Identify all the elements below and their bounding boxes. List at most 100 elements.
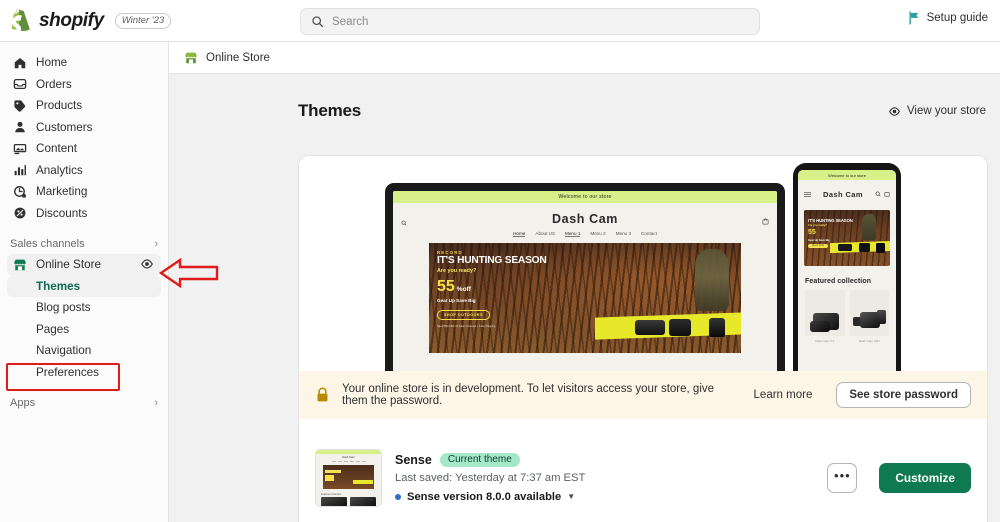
sidebar-item-label: Products xyxy=(36,99,83,113)
thumb-grid xyxy=(316,496,381,506)
store-menu-item: Menu 1 xyxy=(565,231,581,237)
status-dot xyxy=(395,493,401,500)
chevron-down-icon: ▼ xyxy=(567,492,576,501)
discount-icon xyxy=(12,206,27,221)
image-icon xyxy=(12,141,27,156)
store-menu-item: Home xyxy=(513,231,526,237)
page-header: Themes View your store xyxy=(169,88,1000,134)
hero-fine-print: Save 55% OFF All Dash Cameras + Free Shi… xyxy=(437,324,496,328)
mobile-search-icon xyxy=(875,191,881,197)
sidebar-item-label: Content xyxy=(36,142,77,156)
preview-store-eye-icon[interactable] xyxy=(140,257,154,274)
mobile-product-1 xyxy=(838,244,852,251)
desktop-preview[interactable]: Welcome to our store Dash Cam Home About… xyxy=(385,183,785,371)
thumb-nav xyxy=(316,459,381,464)
sidebar-subitem-preferences[interactable]: Preferences xyxy=(7,362,161,384)
sidebar-subitem-label: Themes xyxy=(36,279,81,293)
season-badge: Winter '23 xyxy=(114,12,172,29)
sidebar-item-label: Orders xyxy=(36,77,72,91)
product-label: Dash Cam XR4 xyxy=(858,339,880,343)
home-icon xyxy=(12,55,27,70)
theme-version-text: Sense version 8.0.0 available xyxy=(407,490,562,503)
product-dashcam-3 xyxy=(709,318,725,337)
mobile-product-grid xyxy=(798,290,896,336)
product-image-secondary xyxy=(810,321,830,332)
shopify-admin-window: shopify Winter '23 Search Setup guide Ho… xyxy=(0,0,1000,522)
setup-guide-button[interactable]: Setup guide xyxy=(907,11,988,25)
store-logo: Dash Cam xyxy=(552,212,618,226)
sidebar-subitem-label: Navigation xyxy=(36,344,92,358)
lock-icon xyxy=(317,387,328,402)
sidebar-section-sales-channels[interactable]: Sales channels › xyxy=(10,234,158,254)
desktop-screen: Welcome to our store Dash Cam Home About… xyxy=(393,191,777,371)
sidebar-item-online-store[interactable]: Online Store xyxy=(7,254,161,276)
hero-discount-number: 55 xyxy=(437,277,455,295)
theme-last-saved: Last saved: Yesterday at 7:37 am EST xyxy=(395,471,586,484)
sidebar-item-home[interactable]: Home xyxy=(7,52,161,74)
tag-icon xyxy=(12,98,27,113)
view-your-store-button[interactable]: View your store xyxy=(888,105,986,118)
sidebar-item-discounts[interactable]: Discounts xyxy=(7,203,161,225)
shopify-logo[interactable]: shopify Winter '23 xyxy=(0,9,290,32)
sidebar-item-orders[interactable]: Orders xyxy=(7,74,161,96)
hero-banner: RECORD IT'S HUNTING SEASON Are you ready… xyxy=(429,243,741,353)
learn-more-link[interactable]: Learn more xyxy=(754,389,813,401)
sidebar-item-label: Online Store xyxy=(36,258,101,272)
sidebar-item-products[interactable]: Products xyxy=(7,95,161,117)
theme-version-notice[interactable]: Sense version 8.0.0 available ▼ xyxy=(395,491,814,503)
sidebar-item-content[interactable]: Content xyxy=(7,138,161,160)
chevron-right-icon: › xyxy=(154,397,158,409)
mobile-hero-tagline: Gear Up Save Big xyxy=(808,239,830,242)
bar-chart-icon xyxy=(12,163,27,178)
sidebar-item-label: Marketing xyxy=(36,185,88,199)
theme-info: Sense Current theme Last saved: Yesterda… xyxy=(395,452,814,503)
person-icon xyxy=(12,120,27,135)
hero-cta-button: SHOP OUTDOORS xyxy=(437,309,490,320)
sidebar-item-customers[interactable]: Customers xyxy=(7,117,161,139)
mobile-product-3 xyxy=(876,243,885,253)
mobile-preview[interactable]: Welcome to our store Dash Cam IT'S HUNTI… xyxy=(793,163,901,371)
current-theme-badge: Current theme xyxy=(439,452,520,467)
sidebar-subitem-themes[interactable]: Themes xyxy=(7,275,161,297)
store-menu: Home About US Menu 1 Menu 2 Menu 3 Conta… xyxy=(393,231,777,243)
sidebar-subitem-pages[interactable]: Pages xyxy=(7,319,161,341)
mobile-featured-title: Featured collection xyxy=(805,278,872,285)
sales-channels-label: Sales channels xyxy=(10,238,85,250)
sidebar-item-marketing[interactable]: Marketing xyxy=(7,181,161,203)
breadcrumb-label[interactable]: Online Store xyxy=(206,52,270,64)
theme-more-actions-button[interactable]: ••• xyxy=(827,462,858,493)
sidebar-item-analytics[interactable]: Analytics xyxy=(7,160,161,182)
mobile-hero-subhead: Are you ready? xyxy=(808,224,827,227)
search-input[interactable]: Search xyxy=(300,8,760,35)
sidebar-subitem-label: Preferences xyxy=(36,365,100,379)
sidebar-subitem-blog-posts[interactable]: Blog posts xyxy=(7,297,161,319)
hero-discount-unit: %off xyxy=(456,285,471,293)
see-store-password-button[interactable]: See store password xyxy=(836,382,971,408)
sidebar-subitem-label: Blog posts xyxy=(36,301,91,315)
sidebar-subitem-navigation[interactable]: Navigation xyxy=(7,340,161,362)
flag-icon xyxy=(909,11,918,25)
storefront-icon xyxy=(185,52,197,63)
hero-subhead: Are you ready? xyxy=(437,267,477,274)
hero-discount: 55 %off xyxy=(437,277,547,295)
mobile-product-2 xyxy=(859,243,870,252)
orders-icon xyxy=(12,77,27,92)
search-container: Search xyxy=(300,8,760,35)
apps-label: Apps xyxy=(10,397,36,409)
customize-button[interactable]: Customize xyxy=(879,462,971,493)
mobile-hero-headline: IT'S HUNTING SEASON xyxy=(808,218,853,223)
sidebar-section-apps[interactable]: Apps › xyxy=(10,393,158,413)
theme-preview-card: Welcome to our store Dash Cam Home About… xyxy=(298,155,988,522)
shopify-bag-icon xyxy=(11,9,30,32)
top-bar: shopify Winter '23 Search Setup guide xyxy=(0,0,1000,42)
store-header: Dash Cam xyxy=(393,203,777,231)
mobile-hero-banner: IT'S HUNTING SEASON Are you ready? 55 Ge… xyxy=(804,210,890,266)
mobile-product-card xyxy=(849,290,889,336)
development-banner-message: Your online store is in development. To … xyxy=(342,383,715,407)
sidebar-item-label: Discounts xyxy=(36,206,88,220)
store-cart-icon xyxy=(762,212,769,230)
mobile-hunter-figure xyxy=(862,214,876,240)
view-your-store-label: View your store xyxy=(906,105,986,117)
mobile-screen: Welcome to our store Dash Cam IT'S HUNTI… xyxy=(798,170,896,371)
setup-guide-label: Setup guide xyxy=(926,12,988,24)
